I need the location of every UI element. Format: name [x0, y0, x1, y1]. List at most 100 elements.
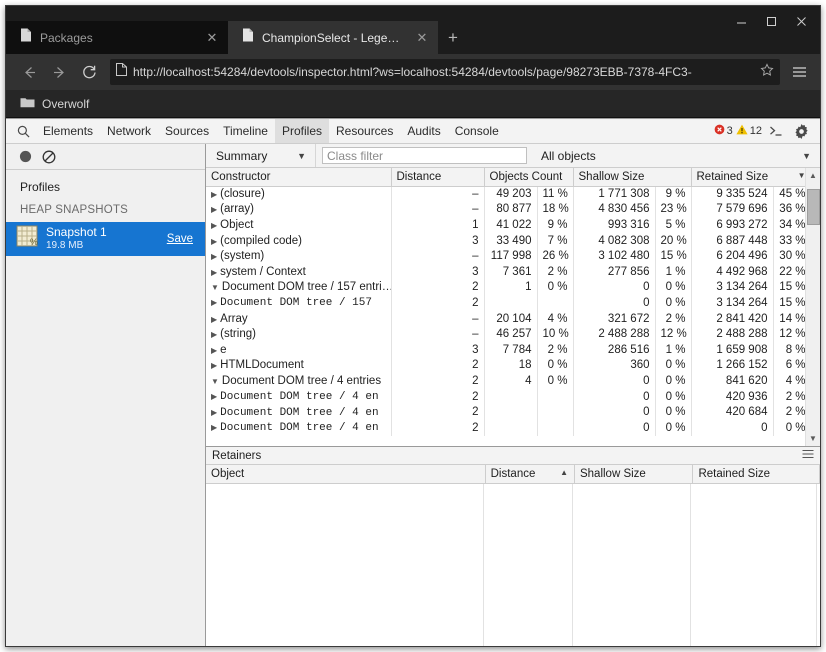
cell-objects-count — [484, 404, 538, 420]
table-row[interactable]: ▶ (string) –46 257 10 % 2 488 288 12 % 2 488 2… — [206, 326, 805, 342]
expander-expanded-icon[interactable]: ▼ — [211, 283, 219, 292]
bookmark-folder-overwolf[interactable]: Overwolf — [16, 93, 93, 115]
cell-retained-size: 841 620 — [691, 373, 774, 389]
expander-collapsed-icon[interactable]: ▶ — [211, 237, 217, 246]
objects-scope-select[interactable]: All objects ▼ — [533, 144, 820, 167]
view-mode-select[interactable]: Summary ▼ — [206, 144, 316, 167]
chevron-down-icon: ▼ — [802, 150, 811, 161]
expander-collapsed-icon[interactable]: ▶ — [211, 205, 217, 214]
back-button[interactable] — [14, 58, 44, 86]
reload-button[interactable] — [74, 58, 104, 86]
address-bar[interactable]: http://localhost:54284/devtools/inspecto… — [110, 59, 780, 85]
cell-shallow-size: 4 830 456 — [573, 201, 656, 218]
expander-expanded-icon[interactable]: ▼ — [211, 377, 219, 386]
tab-close-icon[interactable]: ✕ — [204, 30, 220, 46]
expander-collapsed-icon[interactable]: ▶ — [211, 392, 217, 401]
table-row[interactable]: ▶ Document DOM tree / 4 en 2 0 0 % 420 936 2 % — [206, 388, 805, 405]
heap-grid-header-row: Constructor Distance Objects Count Shall… — [206, 168, 805, 187]
expander-collapsed-icon[interactable]: ▶ — [211, 361, 217, 370]
snapshot-size: 19.8 MB — [46, 239, 84, 251]
column-header-shallow-size[interactable]: Shallow Size — [573, 168, 692, 187]
scroll-up-arrow-icon[interactable]: ▲ — [806, 168, 821, 183]
expander-collapsed-icon[interactable]: ▶ — [211, 408, 217, 417]
warning-count-badge[interactable]: 12 — [736, 124, 762, 138]
tab-profiles[interactable]: Profiles — [274, 119, 329, 143]
table-row[interactable]: ▶ e 3 7 784 2 % 286 516 1 % 1 659 908 8 % — [206, 341, 805, 358]
scrollbar-thumb[interactable] — [806, 189, 820, 225]
record-button[interactable] — [16, 150, 34, 163]
expander-collapsed-icon[interactable]: ▶ — [211, 346, 217, 355]
column-header-retained-size[interactable]: Retained Size ▼ — [691, 168, 805, 187]
expander-collapsed-icon[interactable]: ▶ — [211, 315, 217, 324]
minimize-button[interactable] — [726, 10, 756, 32]
constructor-name: Array — [220, 312, 248, 325]
forward-button[interactable] — [44, 58, 74, 86]
column-header-shallow-size[interactable]: Shallow Size — [574, 465, 694, 484]
cell-constructor: ▶ (string) — [206, 326, 392, 342]
retainers-header: Retainers — [206, 447, 820, 465]
error-circle-icon — [714, 124, 725, 138]
column-header-distance[interactable]: Distance — [391, 168, 485, 187]
snapshot-meta: Snapshot 1 19.8 MB — [46, 225, 159, 251]
tab-elements[interactable]: Elements — [36, 119, 100, 143]
scroll-down-arrow-icon[interactable]: ▼ — [806, 431, 821, 446]
constructor-name: (compiled code) — [220, 234, 302, 247]
browser-menu-button[interactable] — [786, 58, 812, 86]
scrollbar-track[interactable] — [806, 183, 821, 431]
browser-tab-packages[interactable]: Packages ✕ — [6, 21, 228, 54]
table-row[interactable]: ▶ (array) –80 877 18 % 4 830 456 23 % 7 579 69… — [206, 201, 805, 218]
minimize-icon — [736, 22, 746, 23]
table-row[interactable]: ▶ (closure) –49 203 11 % 1 771 308 9 % 9 335 5… — [206, 186, 805, 202]
column-header-constructor[interactable]: Constructor — [206, 168, 392, 187]
table-row[interactable]: ▶ Array –20 104 4 % 321 672 2 % 2 841 420 14 % — [206, 310, 805, 327]
record-circle-icon — [19, 150, 31, 163]
error-count-badge[interactable]: 3 — [714, 124, 733, 138]
star-icon[interactable] — [760, 62, 774, 82]
table-row[interactable]: ▶ Document DOM tree / 4 en 2 0 0 % 420 684 2 % — [206, 404, 805, 420]
table-row[interactable]: ▶ Object 1 41 022 9 % 993 316 5 % 6 993 272 34 % — [206, 217, 805, 233]
tab-close-icon[interactable]: ✕ — [414, 30, 430, 46]
cell-shallow-size-pct: 23 % — [655, 201, 692, 218]
expander-collapsed-icon[interactable]: ▶ — [211, 268, 217, 277]
browser-tab-championselect[interactable]: ChampionSelect - Legend… ✕ — [228, 21, 438, 54]
maximize-button[interactable] — [756, 10, 786, 32]
expander-collapsed-icon[interactable]: ▶ — [211, 252, 217, 261]
cell-retained-size: 3 134 264 — [691, 295, 774, 311]
table-row[interactable]: ▶ (system) –117 998 26 % 3 102 480 15 % 6 204 … — [206, 248, 805, 264]
column-header-distance[interactable]: Distance ▲ — [485, 465, 575, 484]
expander-collapsed-icon[interactable]: ▶ — [211, 190, 217, 199]
retainers-empty-col-shallow — [573, 483, 691, 646]
new-tab-button[interactable]: + — [438, 21, 468, 54]
clear-button[interactable] — [40, 150, 58, 164]
snapshot-list-item[interactable]: % Snapshot 1 19.8 MB Save — [6, 222, 205, 256]
gear-icon[interactable] — [790, 123, 812, 139]
column-header-retained-size[interactable]: Retained Size — [692, 465, 820, 484]
table-row[interactable]: ▼ Document DOM tree / 157 entri… 2 1 0 % 0 0 %… — [206, 279, 805, 296]
table-row[interactable]: ▼ Document DOM tree / 4 entries 2 4 0 % 0 0 % 8… — [206, 373, 805, 389]
tab-console[interactable]: Console — [448, 119, 506, 143]
cell-objects-count-pct: 2 % — [537, 263, 574, 280]
tab-network[interactable]: Network — [100, 119, 158, 143]
tab-timeline[interactable]: Timeline — [216, 119, 275, 143]
expander-collapsed-icon[interactable]: ▶ — [211, 330, 217, 339]
tab-resources[interactable]: Resources — [329, 119, 400, 143]
expander-collapsed-icon[interactable]: ▶ — [211, 298, 217, 307]
expander-collapsed-icon[interactable]: ▶ — [211, 221, 217, 230]
column-header-objects-count[interactable]: Objects Count — [484, 168, 574, 187]
heap-grid-scrollbar[interactable]: ▲ ▼ — [805, 168, 820, 446]
table-row[interactable]: ▶ Document DOM tree / 4 en 2 0 0 % 0 0 % — [206, 419, 805, 436]
expander-collapsed-icon[interactable]: ▶ — [211, 423, 217, 432]
table-row[interactable]: ▶ system / Context 3 7 361 2 % 277 856 1 % 4 49… — [206, 263, 805, 280]
options-menu-icon[interactable] — [802, 449, 814, 462]
search-icon[interactable] — [10, 125, 36, 138]
tab-sources[interactable]: Sources — [158, 119, 216, 143]
console-prompt-icon[interactable] — [765, 125, 787, 137]
table-row[interactable]: ▶ Document DOM tree / 157 2 0 0 % 3 134 264 15… — [206, 295, 805, 311]
save-snapshot-link[interactable]: Save — [167, 233, 197, 245]
column-header-object[interactable]: Object — [206, 465, 486, 484]
table-row[interactable]: ▶ HTMLDocument 2 18 0 % 360 0 % 1 266 152 6 % — [206, 357, 805, 374]
class-filter-input[interactable]: Class filter — [322, 147, 527, 164]
window-close-button[interactable] — [786, 10, 816, 32]
tab-audits[interactable]: Audits — [400, 119, 447, 143]
table-row[interactable]: ▶ (compiled code) 3 33 490 7 % 4 082 308 20 % 6… — [206, 232, 805, 249]
